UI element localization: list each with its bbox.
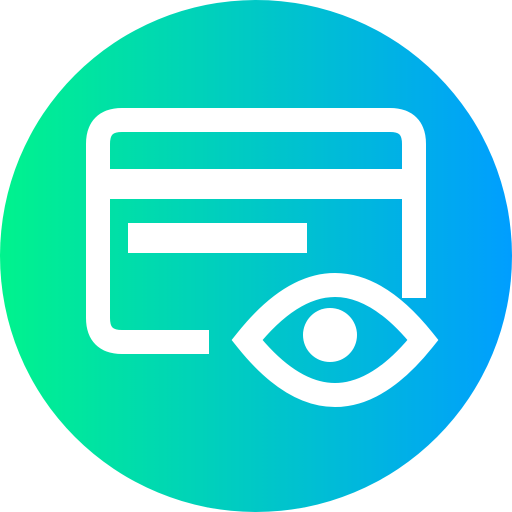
card-stripe-line (110, 169, 402, 199)
card-text-line (128, 223, 307, 253)
icon-graphic (0, 0, 512, 512)
credit-card-view-icon (0, 0, 512, 512)
eye-pupil-icon (303, 308, 357, 362)
background-circle (0, 0, 512, 512)
